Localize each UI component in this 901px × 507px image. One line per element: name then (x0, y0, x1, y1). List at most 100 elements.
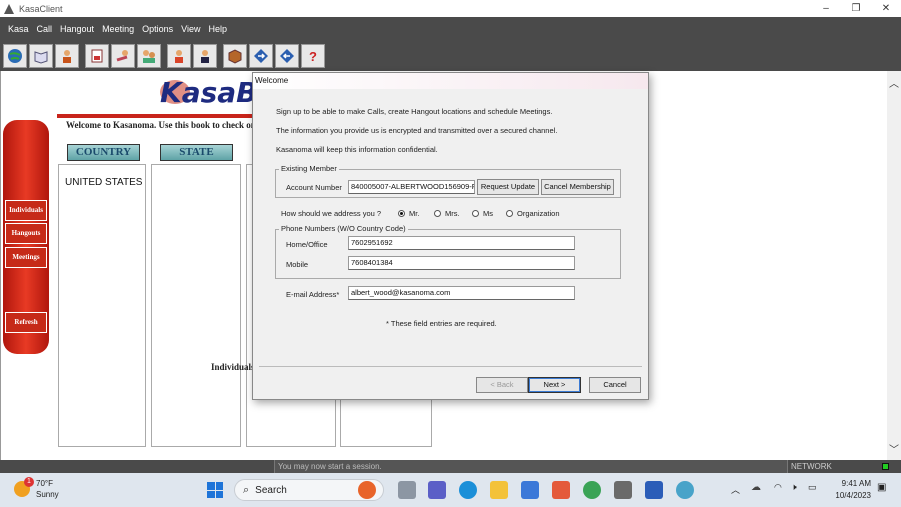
back-button[interactable]: < Back (476, 377, 528, 393)
weather-condition: Sunny (36, 490, 59, 499)
country-list[interactable] (58, 164, 146, 447)
menu-kasa[interactable]: Kasa (8, 24, 29, 34)
radio-empty-icon (472, 210, 479, 217)
radio-selected-icon (398, 210, 405, 217)
menu-options[interactable]: Options (142, 24, 173, 34)
radio-organization[interactable]: Organization (506, 209, 560, 218)
sidebar-hangouts-button[interactable]: Hangouts (5, 223, 47, 244)
menu-help[interactable]: Help (208, 24, 227, 34)
phone-numbers-legend: Phone Numbers (W/O Country Code) (279, 224, 408, 233)
taskbar: 1 70°F Sunny ⌕ Search ︿ ☁ ◠ 🕨 ▭ 9:41 AM 1… (0, 473, 901, 507)
cancel-button[interactable]: Cancel (589, 377, 641, 393)
sidebar-meetings-button[interactable]: Meetings (5, 247, 47, 268)
radio-empty-icon (434, 210, 441, 217)
person-icon[interactable] (55, 44, 79, 68)
toolbar: ? (0, 41, 901, 71)
mobile-label: Mobile (286, 260, 309, 269)
clock-time: 9:41 AM (841, 479, 871, 488)
status-bar: You may now start a session. NETWORK (0, 460, 901, 473)
kasaclient-taskbar-icon[interactable] (614, 481, 632, 499)
group-icon[interactable] (137, 44, 161, 68)
radio-empty-icon (506, 210, 513, 217)
account-number-field[interactable]: 840005007-ALBERTWOOD156909-F (348, 180, 475, 194)
help-icon[interactable]: ? (301, 44, 325, 68)
tab-country[interactable]: COUNTRY (67, 144, 140, 161)
store-icon[interactable] (521, 481, 539, 499)
wifi-icon[interactable]: ◠ (774, 482, 782, 493)
email-field[interactable]: albert_wood@kasanoma.com (348, 286, 575, 300)
radio-ms[interactable]: Ms (472, 209, 493, 218)
menu-meeting[interactable]: Meeting (102, 24, 134, 34)
scroll-up-icon[interactable]: ︿ (889, 75, 899, 90)
book-icon[interactable] (29, 44, 53, 68)
menu-view[interactable]: View (181, 24, 200, 34)
globe-icon[interactable] (3, 44, 27, 68)
country-item-united-states[interactable]: UNITED STATES (65, 177, 142, 188)
maximize-button[interactable]: ❐ (841, 0, 871, 17)
arrow-right-icon[interactable] (249, 44, 273, 68)
user-icon[interactable] (167, 44, 191, 68)
network-label: NETWORK (791, 462, 832, 471)
onedrive-icon[interactable]: ☁ (751, 482, 761, 493)
scroll-down-icon[interactable]: ﹀ (889, 441, 899, 456)
battery-icon[interactable]: ▭ (808, 482, 817, 493)
kasa-app-icon (4, 3, 14, 14)
welcome-dialog: Welcome Sign up to be able to make Calls… (252, 72, 649, 400)
close-button[interactable]: ✕ (871, 0, 901, 17)
arrow-left-icon[interactable] (275, 44, 299, 68)
dialog-intro-2: The information you provide us is encryp… (276, 126, 558, 135)
clock-date: 10/4/2023 (835, 491, 871, 500)
individuals-label: Individuals (211, 362, 255, 372)
weather-badge: 1 (24, 477, 34, 487)
weather-temp: 70°F (36, 479, 53, 488)
address-question-label: How should we address you ? (281, 209, 382, 218)
system-clock[interactable]: 9:41 AM 10/4/2023 (827, 478, 871, 502)
state-list[interactable] (151, 164, 241, 447)
required-note: * These field entries are required. (386, 319, 497, 328)
menu-bar: Kasa Call Hangout Meeting Options View H… (0, 17, 901, 41)
box-icon[interactable] (223, 44, 247, 68)
file-explorer-icon[interactable] (490, 481, 508, 499)
mobile-field[interactable]: 7608401384 (348, 256, 575, 270)
user-dark-icon[interactable] (193, 44, 217, 68)
network-status-icon (882, 463, 889, 470)
task-view-icon[interactable] (398, 481, 416, 499)
welcome-text: Welcome to Kasanoma. Use this book to ch… (66, 120, 256, 130)
word-icon[interactable] (645, 481, 663, 499)
weather-widget[interactable]: 1 70°F Sunny (14, 477, 59, 500)
tray-chevron-icon[interactable]: ︿ (731, 483, 740, 496)
home-office-label: Home/Office (286, 240, 328, 249)
notification-icon[interactable]: ▣ (877, 482, 886, 493)
sun-icon: 1 (14, 477, 34, 497)
edge-icon[interactable] (459, 481, 477, 499)
existing-member-legend: Existing Member (279, 164, 339, 173)
sidebar-individuals-button[interactable]: Individuals (5, 200, 47, 221)
request-update-button[interactable]: Request Update (477, 179, 539, 195)
radio-mrs[interactable]: Mrs. (434, 209, 460, 218)
phone-list-icon[interactable] (85, 44, 109, 68)
svg-text:?: ? (309, 49, 317, 64)
minimize-button[interactable]: – (811, 0, 841, 17)
account-number-label: Account Number (286, 183, 342, 192)
windows-start-icon[interactable] (207, 482, 223, 498)
handshake-icon[interactable] (111, 44, 135, 68)
search-highlight-icon[interactable] (358, 481, 376, 499)
home-office-field[interactable]: 7602951692 (348, 236, 575, 250)
tab-state[interactable]: STATE (160, 144, 233, 161)
cancel-membership-button[interactable]: Cancel Membership (541, 179, 614, 195)
menu-call[interactable]: Call (37, 24, 53, 34)
chrome-icon[interactable] (583, 481, 601, 499)
email-label: E-mail Address* (286, 290, 340, 299)
teams-chat-icon[interactable] (428, 481, 446, 499)
mail-icon[interactable] (552, 481, 570, 499)
header-rule (57, 114, 255, 118)
vertical-scrollbar[interactable]: ︿ ﹀ (887, 71, 901, 460)
volume-icon[interactable]: 🕨 (791, 482, 797, 493)
sidebar-refresh-button[interactable]: Refresh (5, 312, 47, 333)
radio-mr[interactable]: Mr. (398, 209, 419, 218)
menu-hangout[interactable]: Hangout (60, 24, 94, 34)
search-icon: ⌕ (243, 483, 250, 496)
network-globe-icon[interactable] (676, 481, 694, 499)
next-button[interactable]: Next > (528, 377, 581, 393)
dialog-intro-3: Kasanoma will keep this information conf… (276, 145, 438, 154)
